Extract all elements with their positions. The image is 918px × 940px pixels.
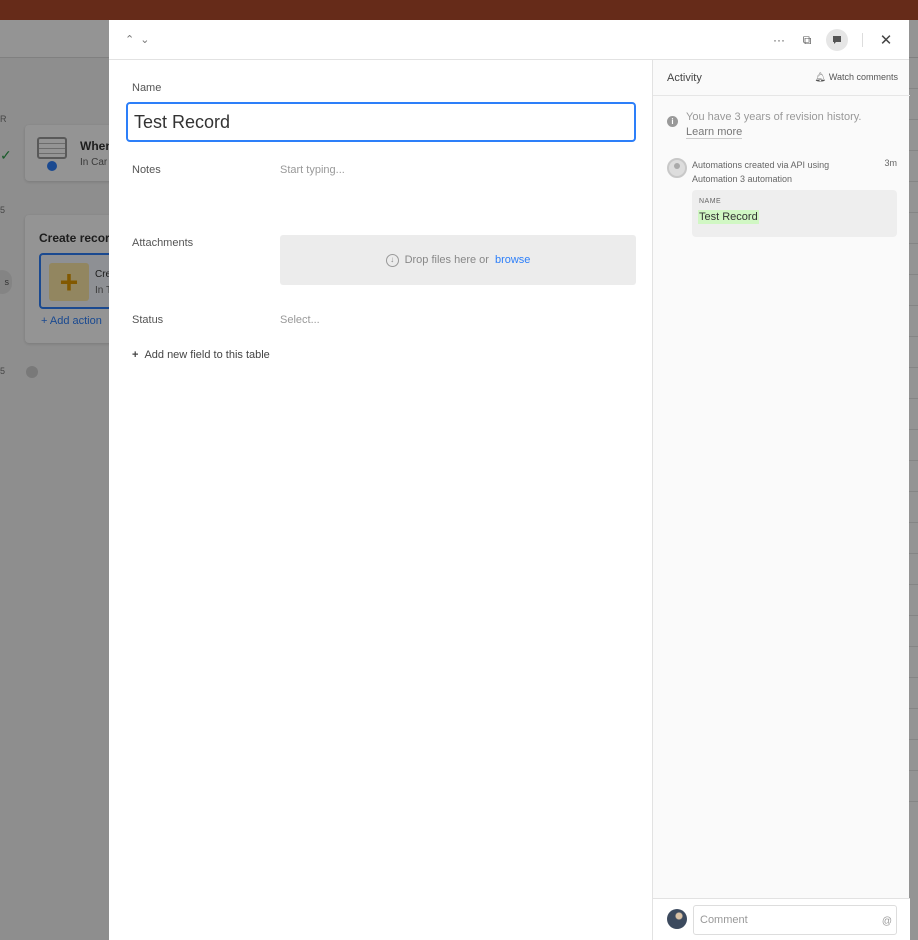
record-fields-panel: Name Notes Start typing... Attachments ↓… xyxy=(109,60,652,940)
chevron-up-icon[interactable]: ⌃ xyxy=(125,33,134,46)
modal-header: ⌃ ⌄ ··· ⧉ ✕ xyxy=(109,20,909,60)
activity-time: 3m xyxy=(884,158,897,168)
status-field-label: Status xyxy=(132,314,164,326)
attachments-dropzone[interactable]: ↓ Drop files here or browse xyxy=(280,235,636,285)
activity-change-box: NAME Test Record xyxy=(692,190,897,237)
plus-icon: + xyxy=(132,349,139,361)
activity-header: Activity 🔔︎ Watch comments xyxy=(653,60,910,96)
chevron-down-icon[interactable]: ⌄ xyxy=(140,33,149,46)
close-icon[interactable]: ✕ xyxy=(877,29,895,51)
change-field-value: Test Record xyxy=(698,210,759,224)
comment-input[interactable] xyxy=(693,905,897,935)
status-select[interactable]: Select... xyxy=(280,314,320,326)
add-field-button[interactable]: + Add new field to this table xyxy=(132,349,270,361)
automation-avatar xyxy=(667,158,687,178)
activity-author: Automations created via API using Automa… xyxy=(692,160,830,184)
watch-comments-label: Watch comments xyxy=(828,72,898,82)
change-field-label: NAME xyxy=(699,198,722,205)
info-icon: i xyxy=(667,116,678,127)
record-navigation: ⌃ ⌄ xyxy=(125,33,149,46)
comment-icon[interactable] xyxy=(826,29,848,51)
activity-title: Activity xyxy=(667,72,702,84)
header-divider xyxy=(862,33,863,47)
more-horizontal-icon[interactable]: ··· xyxy=(770,29,788,51)
avatar xyxy=(667,909,687,929)
learn-more-link[interactable]: Learn more xyxy=(686,126,743,139)
mention-button[interactable]: @ xyxy=(882,916,892,927)
header-actions: ··· ⧉ ✕ xyxy=(770,29,895,51)
expand-icon[interactable]: ⧉ xyxy=(798,29,816,51)
watch-comments-button[interactable]: 🔔︎ Watch comments xyxy=(814,72,898,83)
activity-panel: Activity 🔔︎ Watch comments i You have 3 … xyxy=(652,60,910,940)
revision-history-notice: i You have 3 years of revision history. … xyxy=(667,110,892,140)
bell-icon: 🔔︎ xyxy=(814,72,826,82)
name-field[interactable] xyxy=(126,102,636,142)
browse-link[interactable]: browse xyxy=(495,254,530,266)
revision-text: You have 3 years of revision history. xyxy=(686,111,862,123)
notes-field-label: Notes xyxy=(132,164,161,176)
comment-bar: @ xyxy=(653,898,910,940)
name-field-label: Name xyxy=(132,82,162,94)
record-modal: ⌃ ⌄ ··· ⧉ ✕ Name Notes Start typing... A… xyxy=(109,20,910,940)
attachments-field-label: Attachments xyxy=(132,237,194,249)
add-field-label: Add new field to this table xyxy=(144,349,270,361)
notes-field[interactable]: Start typing... xyxy=(280,164,345,176)
dropzone-text: Drop files here or xyxy=(404,254,489,266)
download-icon: ↓ xyxy=(385,253,399,267)
